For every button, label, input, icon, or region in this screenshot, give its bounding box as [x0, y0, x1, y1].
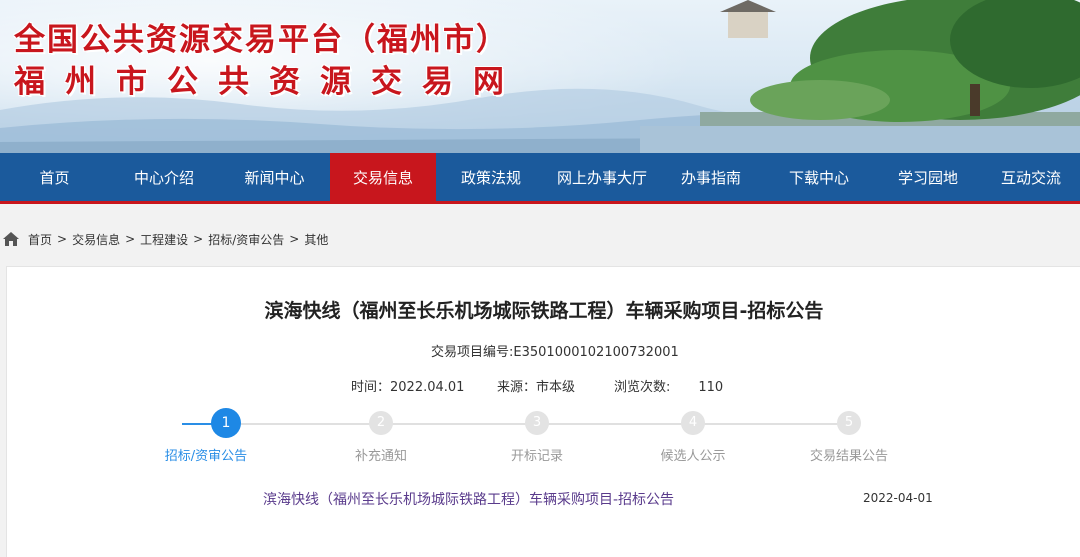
step-4-dot[interactable]: 4 — [681, 411, 705, 435]
source: 来源：市本级 — [497, 376, 575, 395]
nav-item-download[interactable]: 下载中心 — [764, 153, 874, 201]
breadcrumb-item-home[interactable]: 首页 — [28, 231, 52, 248]
step-3-dot[interactable]: 3 — [525, 411, 549, 435]
breadcrumb-separator: > — [125, 232, 136, 246]
nav-item-learning[interactable]: 学习园地 — [874, 153, 982, 201]
view-count: 浏览次数: 110 — [614, 376, 723, 395]
view-count-label: 浏览次数: — [614, 380, 671, 395]
step-2-dot[interactable]: 2 — [369, 411, 393, 435]
home-icon — [3, 232, 19, 246]
nav-item-interaction[interactable]: 互动交流 — [982, 153, 1080, 201]
breadcrumb-item-construction[interactable]: 工程建设 — [140, 231, 188, 248]
nav-item-home[interactable]: 首页 — [0, 153, 109, 201]
nav-item-guide[interactable]: 办事指南 — [658, 153, 764, 201]
site-title-line2: 福州市公共资源交易网 — [14, 64, 524, 100]
step-4-label[interactable]: 候选人公示 — [633, 445, 753, 464]
site-banner: 全国公共资源交易平台（福州市） 福州市公共资源交易网 — [0, 0, 1080, 153]
breadcrumb-item-tender-notice[interactable]: 招标/资审公告 — [208, 231, 284, 248]
main-nav: 首页 中心介绍 新闻中心 交易信息 政策法规 网上办事大厅 办事指南 下载中心 … — [0, 153, 1080, 204]
nav-item-about[interactable]: 中心介绍 — [109, 153, 219, 201]
nav-item-policy[interactable]: 政策法规 — [436, 153, 546, 201]
step-1-label[interactable]: 招标/资审公告 — [146, 445, 266, 464]
publish-time-value: 2022.04.01 — [390, 380, 465, 395]
publish-time-label: 时间： — [351, 380, 391, 395]
breadcrumb-item-trade-info[interactable]: 交易信息 — [72, 231, 120, 248]
article-title: 滨海快线（福州至长乐机场城际铁路工程）车辆采购项目-招标公告 — [264, 300, 824, 322]
breadcrumb-separator: > — [193, 232, 204, 246]
publish-time: 时间：2022.04.01 — [351, 376, 464, 395]
nav-item-online-hall[interactable]: 网上办事大厅 — [546, 153, 658, 201]
list-item-date: 2022-04-01 — [863, 491, 933, 505]
site-title-line1: 全国公共资源交易平台（福州市） — [14, 22, 509, 58]
step-1-dot[interactable]: 1 — [211, 408, 241, 438]
breadcrumb-item-other[interactable]: 其他 — [304, 231, 328, 248]
step-2-label[interactable]: 补充通知 — [321, 445, 441, 464]
content-card: 滨海快线（福州至长乐机场城际铁路工程）车辆采购项目-招标公告 交易项目编号:E3… — [6, 266, 1080, 557]
project-code-value: E3501000102100732001 — [513, 345, 679, 360]
view-count-value: 110 — [698, 380, 724, 395]
breadcrumb: 首页 > 交易信息 > 工程建设 > 招标/资审公告 > 其他 — [2, 229, 328, 249]
source-value: 市本级 — [536, 380, 576, 395]
breadcrumb-separator: > — [289, 232, 300, 246]
nav-item-news[interactable]: 新闻中心 — [219, 153, 330, 201]
breadcrumb-separator: > — [57, 232, 68, 246]
banner-trees — [640, 0, 1080, 153]
source-label: 来源： — [497, 380, 537, 395]
step-5-dot[interactable]: 5 — [837, 411, 861, 435]
step-5-label[interactable]: 交易结果公告 — [789, 445, 909, 464]
list-item: 滨海快线（福州至长乐机场城际铁路工程）车辆采购项目-招标公告 2022-04-0… — [7, 489, 1080, 513]
project-code: 交易项目编号:E3501000102100732001 — [431, 341, 679, 360]
project-code-label: 交易项目编号: — [431, 345, 514, 360]
nav-item-trade-info[interactable]: 交易信息 — [330, 153, 436, 201]
step-3-label[interactable]: 开标记录 — [477, 445, 597, 464]
list-item-title[interactable]: 滨海快线（福州至长乐机场城际铁路工程）车辆采购项目-招标公告 — [263, 489, 674, 509]
